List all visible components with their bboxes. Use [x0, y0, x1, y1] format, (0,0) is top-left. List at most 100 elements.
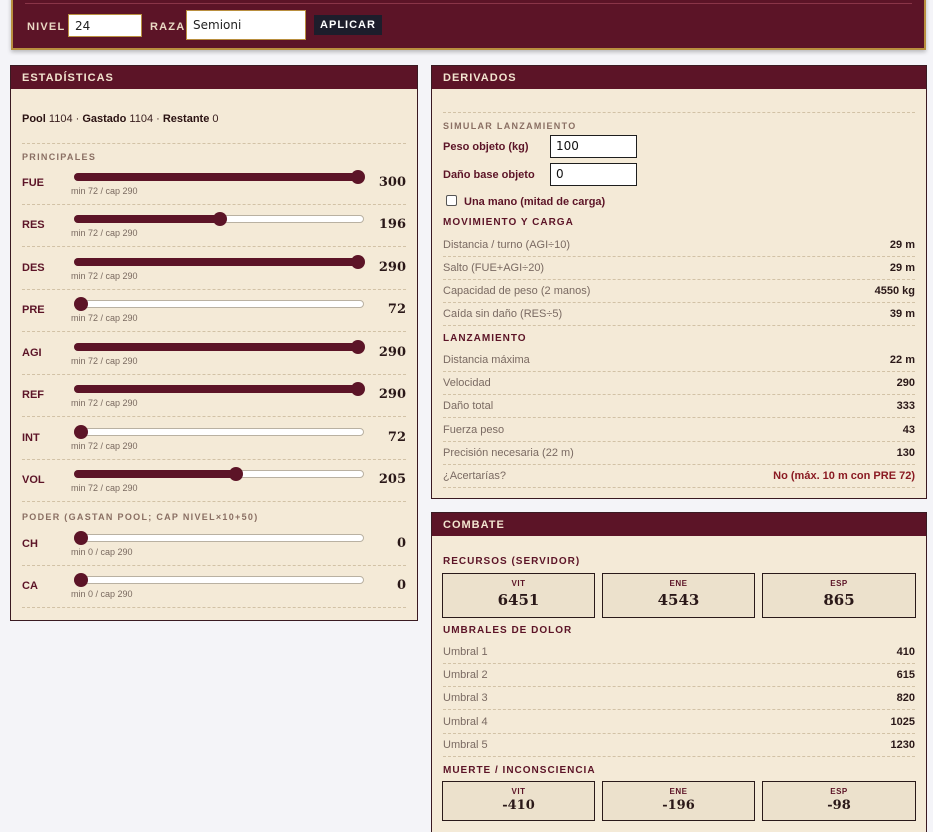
remaining-value: 0: [212, 113, 219, 125]
stat-range: min 72 / cap 290: [71, 271, 138, 281]
row-value: 4550 kg: [874, 285, 915, 297]
launch-title: LANZAMIENTO: [443, 333, 527, 344]
row-value: 29 m: [889, 262, 915, 274]
divider: [22, 331, 406, 332]
slider-handle[interactable]: [213, 212, 227, 226]
row-value: No (máx. 10 m con PRE 72): [773, 470, 915, 482]
nivel-label: NIVEL: [27, 21, 66, 33]
slider-handle[interactable]: [74, 425, 88, 439]
divider: [443, 417, 915, 419]
slider-handle[interactable]: [74, 531, 88, 545]
stat-value-res: 196: [378, 217, 406, 232]
row-value: 22 m: [889, 354, 915, 366]
stat-range: min 72 / cap 290: [71, 441, 138, 451]
row-value: 333: [896, 400, 915, 413]
stat-value-ref: 290: [378, 387, 406, 402]
stat-slider-ca[interactable]: [74, 573, 364, 587]
pool-label: Pool: [22, 113, 46, 125]
slider-fill: [74, 470, 236, 478]
divider: [443, 325, 915, 326]
onehand-checkbox[interactable]: [446, 195, 457, 206]
stats-panel: ESTADÍSTICAS Pool 1104 · Gastado 1104 · …: [10, 65, 418, 621]
stat-box-ene: ENE -196: [602, 781, 755, 821]
divider: [22, 565, 406, 566]
stat-range: min 0 / cap 290: [71, 547, 133, 557]
stat-slider-ch[interactable]: [74, 531, 364, 545]
box-value: 6451: [497, 591, 540, 609]
box-value: 4543: [657, 591, 700, 609]
box-label: ENE: [669, 787, 688, 796]
divider: [22, 374, 406, 375]
derived-title: DERIVADOS: [432, 66, 926, 89]
box-label: ESP: [830, 787, 848, 796]
divider: [22, 143, 406, 144]
row-value: 410: [896, 646, 915, 658]
stat-name-des: DES: [22, 262, 45, 274]
stat-slider-res[interactable]: [74, 212, 364, 226]
slider-handle[interactable]: [351, 255, 365, 269]
slider-handle[interactable]: [74, 297, 88, 311]
divider: [443, 686, 915, 688]
raza-label: RAZA: [150, 21, 186, 33]
row-label: Distancia / turno (AGI÷10): [443, 239, 571, 251]
damage-label: Daño base objeto: [443, 169, 535, 181]
slider-fill: [74, 343, 358, 351]
stat-value-fue: 300: [378, 175, 406, 190]
box-value: -410: [502, 798, 535, 813]
box-label: VIT: [511, 787, 526, 796]
slider-handle[interactable]: [351, 170, 365, 184]
row-value: 29 m: [889, 239, 915, 251]
stat-name-pre: PRE: [22, 304, 45, 316]
stat-name-ch: CH: [22, 538, 38, 550]
slider-fill: [74, 215, 220, 223]
stat-slider-des[interactable]: [74, 255, 365, 269]
stat-slider-agi[interactable]: [74, 340, 365, 354]
divider: [443, 709, 915, 711]
row-label: Umbral 4: [443, 715, 488, 728]
simulate-title: SIMULAR LANZAMIENTO: [443, 121, 577, 131]
divider: [443, 256, 915, 257]
onehand-label: Una mano (mitad de carga): [464, 196, 606, 208]
resources-title: RECURSOS (SERVIDOR): [443, 556, 581, 567]
row-value: 290: [896, 377, 915, 390]
stat-name-fue: FUE: [22, 177, 44, 189]
nivel-input[interactable]: [68, 14, 142, 37]
row-label: Distancia máxima: [443, 354, 530, 366]
stat-value-pre: 72: [387, 302, 406, 317]
row-label: Fuerza peso: [443, 423, 505, 436]
stat-value-int: 72: [387, 430, 406, 445]
row-value: 615: [896, 669, 915, 682]
slider-handle[interactable]: [74, 573, 88, 587]
pain-title: UMBRALES DE DOLOR: [443, 625, 573, 636]
stat-slider-ref[interactable]: [74, 382, 365, 396]
divider: [22, 289, 406, 290]
pool-value: 1104: [48, 113, 73, 125]
damage-input[interactable]: 0: [550, 163, 637, 186]
slider-handle[interactable]: [351, 340, 365, 354]
derived-panel: DERIVADOS SIMULAR LANZAMIENTO Peso objet…: [431, 65, 927, 499]
stat-value-des: 290: [378, 260, 406, 275]
stat-range: min 72 / cap 290: [71, 356, 138, 366]
stat-range: min 72 / cap 290: [71, 228, 138, 238]
movement-title: MOVIMIENTO Y CARGA: [443, 217, 574, 228]
apply-button[interactable]: APLICAR: [314, 15, 382, 35]
divider: [443, 663, 915, 664]
weight-input[interactable]: 100: [550, 135, 637, 158]
stat-value-ca: 0: [396, 578, 406, 593]
divider: [443, 463, 915, 465]
pool-summary: Pool 1104 · Gastado 1104 · Restante 0: [22, 113, 219, 125]
stat-range: min 72 / cap 290: [71, 313, 138, 323]
raza-input[interactable]: [186, 10, 306, 40]
stat-box-esp: ESP 865: [762, 573, 916, 618]
slider-handle[interactable]: [229, 467, 243, 481]
stat-slider-vol[interactable]: [74, 467, 364, 481]
divider: [443, 279, 915, 280]
stat-slider-pre[interactable]: [74, 297, 364, 311]
box-value: -98: [827, 798, 851, 813]
slider-handle[interactable]: [351, 382, 365, 396]
stat-slider-fue[interactable]: [74, 170, 365, 184]
stat-value-vol: 205: [378, 472, 406, 487]
row-label: Umbral 5: [443, 738, 488, 751]
stat-slider-int[interactable]: [74, 425, 364, 439]
stat-box-esp: ESP -98: [762, 781, 916, 821]
